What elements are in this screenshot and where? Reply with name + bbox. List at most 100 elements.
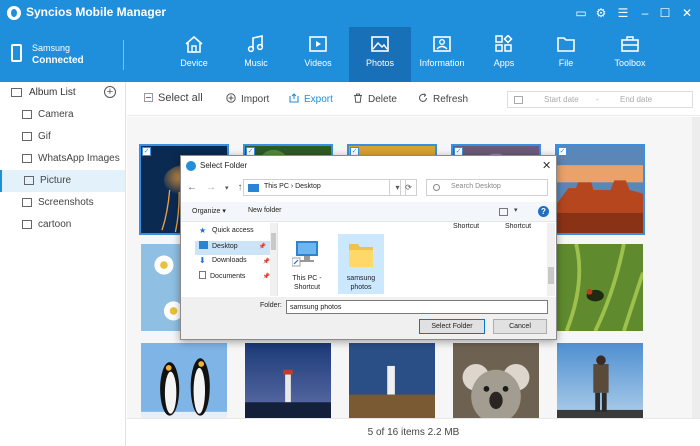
album-icon bbox=[24, 176, 34, 185]
minimize-icon[interactable]: – bbox=[637, 5, 653, 21]
sidebar-item-label: Picture bbox=[40, 175, 72, 186]
computer-icon bbox=[292, 241, 318, 267]
tab-videos[interactable]: Videos bbox=[287, 27, 349, 82]
photo-thumbnail[interactable] bbox=[347, 341, 437, 418]
sidebar-item-gif[interactable]: Gif bbox=[0, 126, 125, 148]
import-button[interactable]: Import bbox=[226, 93, 269, 105]
help-icon[interactable]: ? bbox=[538, 206, 549, 217]
tab-toolbox-label: Toolbox bbox=[614, 58, 646, 68]
nav-pane-scrollbar[interactable] bbox=[270, 223, 277, 296]
sidebar-item-cartoon[interactable]: cartoon bbox=[0, 214, 125, 236]
file-samsung-photos-folder[interactable]: samsung photos bbox=[338, 234, 384, 294]
nav-quick-access[interactable]: ★ Quick access bbox=[199, 226, 274, 240]
close-icon[interactable]: ✕ bbox=[679, 5, 695, 21]
export-icon bbox=[289, 93, 299, 103]
select-all-button[interactable]: Select all bbox=[144, 92, 203, 104]
tab-music[interactable]: Music bbox=[225, 27, 287, 82]
new-folder-button[interactable]: New folder bbox=[248, 207, 281, 214]
dialog-title: Select Folder bbox=[200, 161, 248, 170]
settings-gear-icon[interactable]: ⚙ bbox=[593, 5, 609, 21]
photo-toolbar: Select all Import Export Delete Refresh … bbox=[127, 82, 700, 116]
penguins-image bbox=[141, 343, 227, 418]
app-logo-icon bbox=[7, 6, 21, 20]
dialog-close-icon[interactable]: ✕ bbox=[542, 159, 551, 172]
photo-thumbnail[interactable] bbox=[451, 341, 541, 418]
star-icon: ★ bbox=[199, 226, 207, 235]
file-caption: Shortcut bbox=[505, 223, 532, 230]
sidebar-item-picture[interactable]: Picture bbox=[0, 170, 125, 192]
selected-checkbox-icon[interactable]: ✓ bbox=[558, 147, 567, 156]
export-button[interactable]: Export bbox=[289, 93, 333, 105]
hiker-image bbox=[557, 343, 643, 418]
tab-information[interactable]: Information bbox=[411, 27, 473, 82]
scroll-thumb[interactable] bbox=[271, 233, 276, 250]
nav-documents[interactable]: Documents 📌 bbox=[199, 271, 274, 285]
tab-apps[interactable]: Apps bbox=[473, 27, 535, 82]
up-arrow-icon[interactable]: ↑ bbox=[238, 182, 243, 193]
folder-name-input[interactable] bbox=[286, 300, 548, 314]
address-breadcrumb[interactable]: This PC › Desktop bbox=[264, 183, 321, 190]
photo-thumbnail[interactable] bbox=[555, 341, 645, 418]
desktop-icon bbox=[199, 241, 208, 249]
photo-thumbnail[interactable] bbox=[555, 242, 645, 333]
view-options-icon[interactable] bbox=[499, 208, 508, 216]
sidebar-item-label: Screenshots bbox=[38, 197, 94, 208]
nav-item-label: Quick access bbox=[212, 227, 254, 234]
sidebar-item-camera[interactable]: Camera bbox=[0, 104, 125, 126]
select-folder-button[interactable]: Select Folder bbox=[419, 319, 485, 334]
photo-thumbnail[interactable]: ✓ bbox=[555, 144, 645, 235]
refresh-label: Refresh bbox=[433, 94, 469, 105]
tab-toolbox[interactable]: Toolbox bbox=[599, 27, 661, 82]
nav-item-label: Downloads bbox=[212, 257, 247, 264]
back-arrow-icon[interactable]: ← bbox=[187, 182, 197, 193]
delete-button[interactable]: Delete bbox=[353, 93, 397, 105]
tab-file[interactable]: File bbox=[535, 27, 597, 82]
cancel-button[interactable]: Cancel bbox=[493, 319, 547, 334]
grid-scrollbar[interactable] bbox=[692, 117, 700, 418]
video-icon bbox=[309, 36, 327, 52]
organize-menu[interactable]: Organize ▾ bbox=[192, 207, 226, 215]
end-date-field[interactable]: End date bbox=[620, 95, 652, 104]
refresh-button[interactable]: Refresh bbox=[418, 93, 468, 105]
folder-icon bbox=[349, 244, 373, 267]
scroll-thumb[interactable] bbox=[548, 267, 554, 284]
sidebar-item-label: Gif bbox=[38, 131, 51, 142]
start-date-field[interactable]: Start date bbox=[544, 95, 579, 104]
device-info: Samsung Connected bbox=[8, 40, 126, 70]
album-list-title: Album List bbox=[29, 87, 76, 98]
tab-device[interactable]: Device bbox=[163, 27, 225, 82]
sidebar-item-screenshots[interactable]: Screenshots bbox=[0, 192, 125, 214]
photo-thumbnail[interactable] bbox=[243, 341, 333, 418]
file-pane-scrollbar[interactable] bbox=[547, 223, 555, 296]
delete-label: Delete bbox=[368, 94, 397, 105]
forward-arrow-icon[interactable]: → bbox=[206, 182, 216, 193]
lighthouse-on-rocks-image bbox=[349, 343, 435, 418]
nav-downloads[interactable]: ⬇ Downloads 📌 bbox=[199, 256, 274, 270]
tab-apps-label: Apps bbox=[493, 58, 515, 68]
search-desktop-input[interactable]: Search Desktop bbox=[426, 179, 548, 196]
selected-checkbox-icon[interactable]: ✓ bbox=[142, 147, 151, 156]
tab-photos[interactable]: Photos bbox=[349, 27, 411, 82]
photo-icon bbox=[371, 36, 389, 52]
file-this-pc-shortcut[interactable]: This PC - Shortcut bbox=[284, 234, 330, 294]
dialog-app-icon bbox=[186, 161, 196, 171]
album-sidebar: Album List + Camera Gif WhatsApp Images … bbox=[0, 82, 126, 446]
date-range-picker[interactable]: Start date - End date bbox=[507, 91, 693, 108]
nav-desktop[interactable]: Desktop 📌 bbox=[195, 241, 270, 255]
folder-label: Folder: bbox=[260, 302, 282, 309]
photo-thumbnail[interactable] bbox=[139, 341, 229, 418]
refresh-icon[interactable]: ⟳ bbox=[400, 179, 417, 196]
toolbox-icon bbox=[621, 36, 639, 52]
add-album-icon[interactable]: + bbox=[104, 86, 116, 98]
dialog-navigation-pane: ★ Quick access Desktop 📌 ⬇ Downloads 📌 Doc… bbox=[181, 223, 278, 296]
folder-selection-row: Folder: Select Folder Cancel bbox=[181, 297, 556, 339]
maximize-icon[interactable]: ☐ bbox=[657, 5, 673, 21]
view-dropdown-icon[interactable]: ▾ bbox=[514, 206, 518, 214]
recent-dropdown-icon[interactable]: ▾ bbox=[225, 184, 229, 192]
search-placeholder: Search Desktop bbox=[451, 183, 501, 190]
menu-icon[interactable]: ☰ bbox=[615, 5, 631, 21]
tab-music-label: Music bbox=[244, 58, 268, 68]
sidebar-item-whatsapp-images[interactable]: WhatsApp Images bbox=[0, 148, 125, 170]
album-icon bbox=[22, 110, 32, 119]
feedback-icon[interactable]: ▭ bbox=[573, 5, 589, 21]
